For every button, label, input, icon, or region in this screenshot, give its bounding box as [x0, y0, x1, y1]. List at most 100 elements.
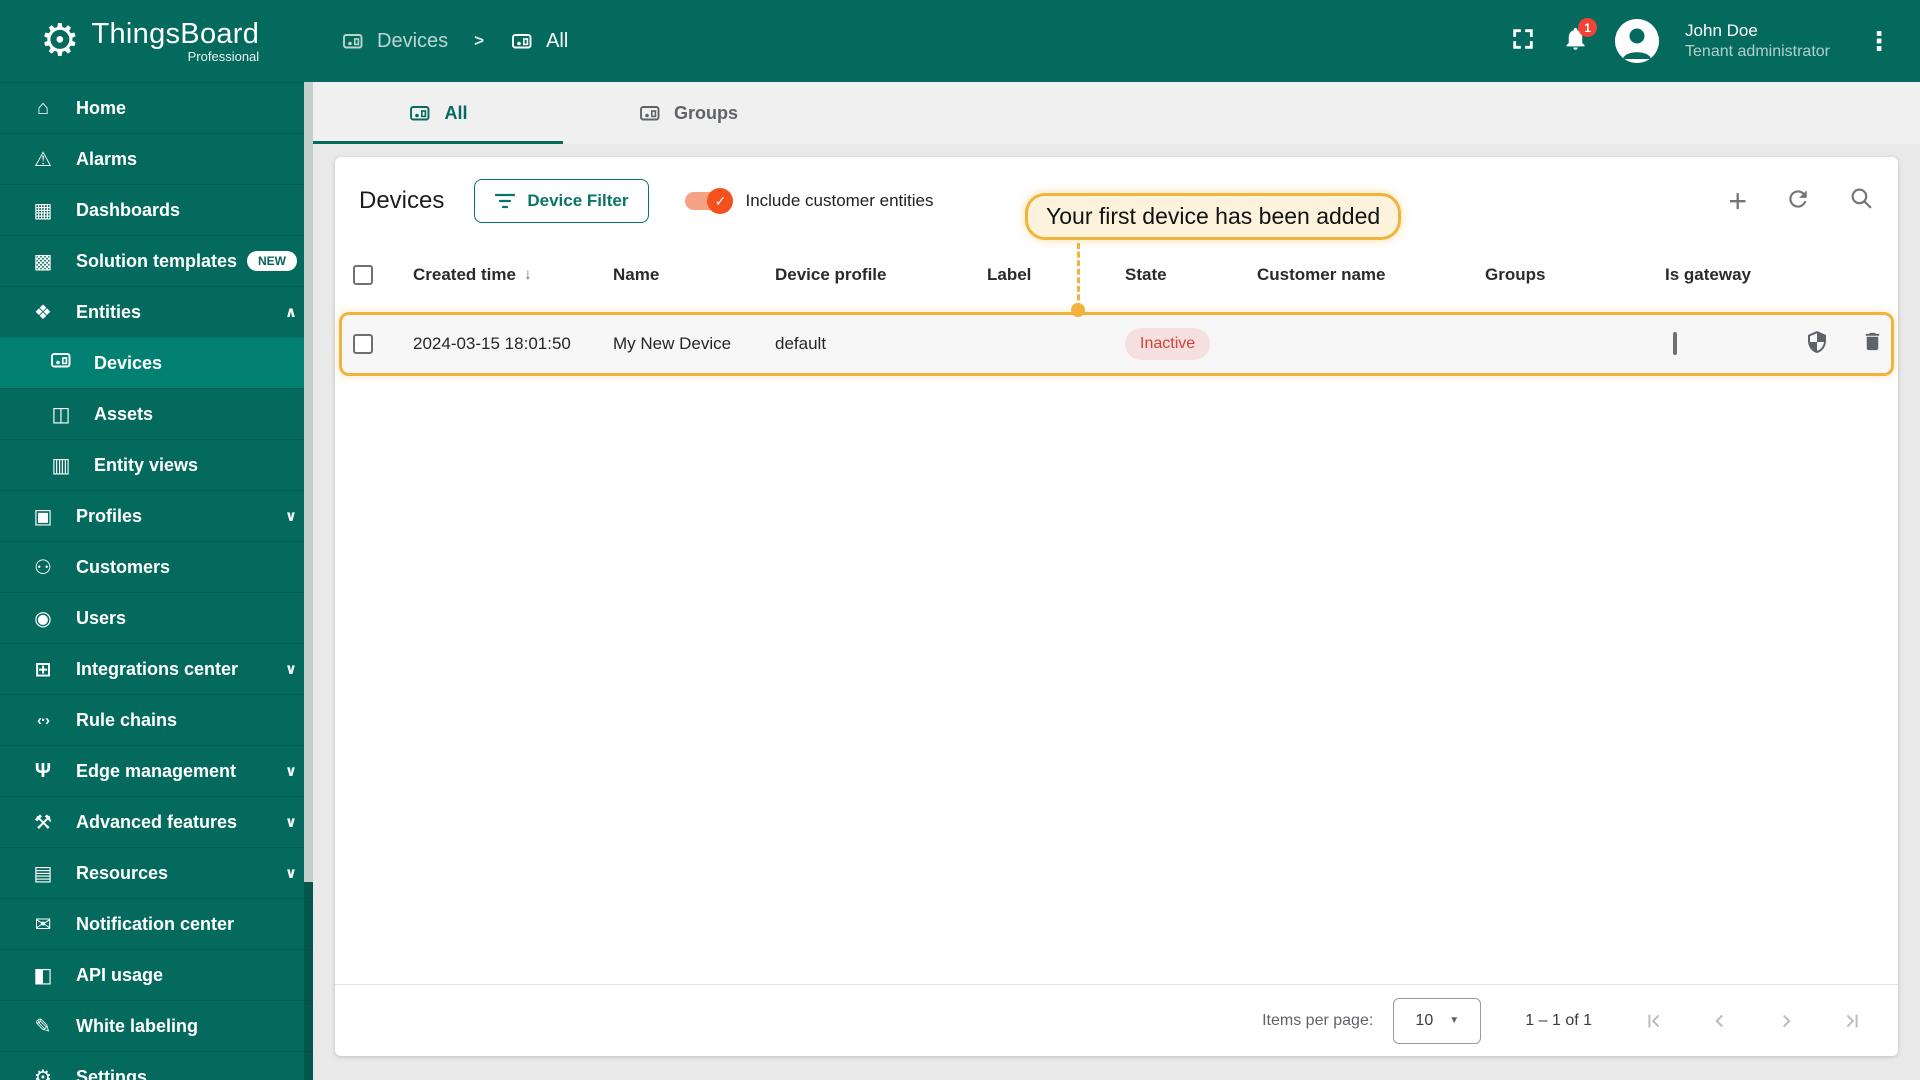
sidebar-item-label: Assets — [94, 403, 154, 424]
sidebar-item-notification-center[interactable]: ✉ Notification center — [0, 898, 313, 949]
sidebar-item-rule-chains[interactable]: ‹·› Rule chains — [0, 694, 313, 745]
filter-icon — [495, 193, 516, 209]
customers-icon: ⚇ — [34, 556, 52, 579]
sidebar-item-resources[interactable]: ▤ Resources ∨ — [0, 847, 313, 898]
alarm-icon: ⚠ — [34, 148, 52, 171]
notification-count-badge: 1 — [1578, 18, 1598, 37]
sidebar-item-label: Solution templates — [76, 250, 238, 271]
column-header-created-time[interactable]: Created time ↓ — [401, 265, 613, 285]
toggle-check-icon: ✓ — [707, 188, 734, 214]
fullscreen-icon[interactable] — [1510, 26, 1536, 57]
sidebar-item-entity-views[interactable]: ▥ Entity views — [0, 439, 313, 490]
app-edition: Professional — [187, 49, 260, 64]
cell-created-time: 2024-03-15 18:01:50 — [413, 334, 571, 353]
toggle-label: Include customer entities — [745, 191, 934, 210]
cell-device-profile: default — [775, 334, 827, 353]
app-name: ThingsBoard — [91, 18, 260, 50]
pagination-bar: Items per page: 10 ▼ 1 – 1 of 1 — [335, 984, 1898, 1056]
column-header-state[interactable]: State — [1125, 265, 1257, 285]
app-logo[interactable]: ⚙ ThingsBoard Professional — [0, 0, 313, 82]
page-size-select[interactable]: 10 ▼ — [1393, 997, 1482, 1044]
sidebar-item-dashboards[interactable]: ▦ Dashboards — [0, 184, 313, 235]
profiles-icon: ▣ — [33, 505, 53, 528]
notifications-bell-icon[interactable]: 1 — [1562, 18, 1598, 57]
advanced-features-icon: ⚒ — [34, 811, 52, 834]
sidebar-item-edge-management[interactable]: Ψ Edge management ∨ — [0, 745, 313, 796]
sidebar-nav: ⌂ Home ⚠ Alarms ▦ Dashboards ▩ Solution … — [0, 82, 313, 1080]
sidebar-item-label: Customers — [76, 556, 171, 577]
sidebar: ⚙ ThingsBoard Professional ⌂ Home ⚠ Alar… — [0, 0, 313, 1080]
sidebar-item-label: Profiles — [76, 505, 143, 526]
user-role: Tenant administrator — [1685, 43, 1830, 60]
sidebar-item-advanced-features[interactable]: ⚒ Advanced features ∨ — [0, 796, 313, 847]
sidebar-item-label: Home — [76, 97, 127, 118]
sidebar-item-alarms[interactable]: ⚠ Alarms — [0, 133, 313, 184]
items-per-page-label: Items per page: — [1262, 1011, 1374, 1029]
white-labeling-icon: ✎ — [34, 1015, 52, 1038]
manage-credentials-shield-icon[interactable] — [1805, 330, 1829, 359]
is-gateway-checkbox[interactable] — [1673, 332, 1677, 355]
top-header: Devices > All 1 John Doe Tenant administ… — [313, 0, 1920, 82]
sidebar-item-label: Alarms — [76, 148, 138, 169]
sidebar-item-customers[interactable]: ⚇ Customers — [0, 541, 313, 592]
avatar[interactable] — [1615, 19, 1660, 63]
column-header-device-profile[interactable]: Device profile — [775, 265, 987, 285]
solution-templates-icon: ▩ — [33, 250, 53, 273]
sidebar-scrollbar-thumb[interactable] — [304, 82, 313, 882]
row-checkbox[interactable] — [353, 334, 373, 354]
breadcrumb-all[interactable]: All — [510, 29, 568, 53]
sidebar-item-api-usage[interactable]: ◧ API usage — [0, 949, 313, 1000]
sidebar-item-entities[interactable]: ❖ Entities ∧ — [0, 286, 313, 337]
last-page-button[interactable] — [1834, 1003, 1870, 1039]
chevron-up-icon: ∧ — [284, 304, 297, 321]
notification-center-icon: ✉ — [34, 913, 52, 936]
api-usage-icon: ◧ — [33, 964, 53, 987]
sidebar-item-users[interactable]: ◉ Users — [0, 592, 313, 643]
sidebar-item-devices[interactable]: Devices — [0, 337, 313, 388]
first-page-button[interactable] — [1636, 1003, 1672, 1039]
column-header-groups[interactable]: Groups — [1485, 265, 1665, 285]
entities-icon: ❖ — [34, 301, 52, 324]
column-header-name[interactable]: Name — [613, 265, 775, 285]
tab-groups[interactable]: Groups — [563, 82, 813, 144]
column-header-label[interactable]: Label — [987, 265, 1125, 285]
previous-page-button[interactable] — [1702, 1003, 1738, 1039]
cell-name: My New Device — [613, 334, 732, 353]
user-info[interactable]: John Doe Tenant administrator — [1685, 21, 1830, 61]
sidebar-item-assets[interactable]: ◫ Assets — [0, 388, 313, 439]
app-root: ⚙ ThingsBoard Professional ⌂ Home ⚠ Alar… — [0, 0, 1920, 1080]
sidebar-item-home[interactable]: ⌂ Home — [0, 82, 313, 133]
kebab-menu-icon[interactable]: ⋮ — [1866, 26, 1892, 57]
content-area: Your first device has been added Devices… — [313, 144, 1920, 1080]
breadcrumb-devices[interactable]: Devices — [341, 29, 448, 53]
select-all-checkbox[interactable] — [353, 265, 373, 285]
sidebar-item-label: Entity views — [94, 454, 199, 475]
page-title: Devices — [359, 187, 445, 214]
add-device-button[interactable]: + — [1728, 185, 1747, 217]
table-row[interactable]: 2024-03-15 18:01:50 My New Device defaul… — [339, 312, 1894, 376]
sidebar-item-integrations-center[interactable]: ⊞ Integrations center ∨ — [0, 643, 313, 694]
sidebar-item-label: Devices — [94, 352, 163, 373]
sidebar-item-label: Users — [76, 607, 127, 628]
search-button[interactable] — [1849, 186, 1874, 216]
tab-all[interactable]: All — [313, 82, 563, 144]
include-customer-entities-toggle[interactable]: ✓ — [685, 188, 734, 214]
entity-views-icon: ▥ — [51, 454, 71, 477]
next-page-button[interactable] — [1768, 1003, 1804, 1039]
resources-folder-icon: ▤ — [33, 862, 53, 885]
sidebar-item-solution-templates[interactable]: ▩ Solution templates NEW — [0, 235, 313, 286]
chevron-down-icon: ∨ — [284, 763, 297, 780]
sort-desc-icon: ↓ — [523, 266, 532, 283]
page-range-label: 1 – 1 of 1 — [1525, 1011, 1592, 1029]
column-header-customer-name[interactable]: Customer name — [1257, 265, 1485, 285]
devices-icon — [48, 348, 74, 378]
users-icon: ◉ — [34, 607, 52, 630]
delete-trash-icon[interactable] — [1861, 330, 1884, 358]
sidebar-item-settings[interactable]: ⚙ Settings — [0, 1051, 313, 1080]
sidebar-item-profiles[interactable]: ▣ Profiles ∨ — [0, 490, 313, 541]
device-filter-button[interactable]: Device Filter — [474, 179, 650, 223]
sidebar-item-white-labeling[interactable]: ✎ White labeling — [0, 1000, 313, 1051]
column-header-is-gateway[interactable]: Is gateway — [1665, 265, 1805, 285]
refresh-button[interactable] — [1785, 186, 1811, 217]
new-badge: NEW — [247, 251, 297, 271]
